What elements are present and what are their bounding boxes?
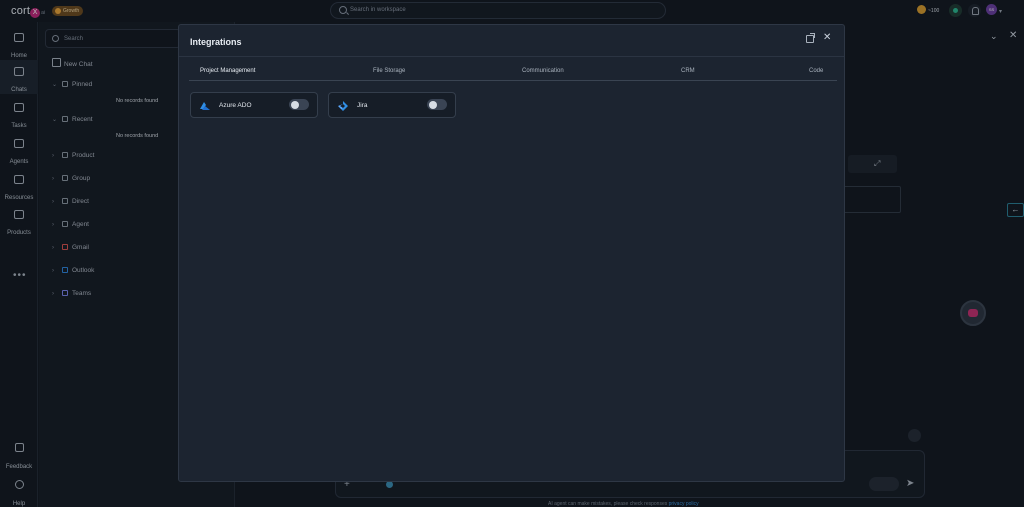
integration-tabs: Project Management File Storage Communic… xyxy=(189,65,837,81)
integration-card-jira[interactable]: Jira xyxy=(328,92,456,118)
modal-divider xyxy=(179,56,844,57)
open-external-icon[interactable] xyxy=(806,33,815,43)
toggle-knob xyxy=(428,100,437,109)
integrations-modal: Integrations ✕ Project Management File S… xyxy=(178,24,845,482)
integration-toggle[interactable] xyxy=(427,99,447,110)
integration-card-azure-ado[interactable]: Azure ADO xyxy=(190,92,318,118)
modal-close-icon[interactable]: ✕ xyxy=(823,32,831,43)
azure-ado-icon xyxy=(200,102,210,110)
tab-crm[interactable]: CRM xyxy=(681,68,695,74)
integration-name: Jira xyxy=(357,102,368,109)
tab-communication[interactable]: Communication xyxy=(522,68,564,74)
jira-icon xyxy=(338,101,348,111)
integration-toggle[interactable] xyxy=(289,99,309,110)
modal-title: Integrations xyxy=(190,37,242,47)
tab-code[interactable]: Code xyxy=(809,68,823,74)
toggle-knob xyxy=(290,100,299,109)
tab-project-management[interactable]: Project Management xyxy=(200,68,255,74)
tab-file-storage[interactable]: File Storage xyxy=(373,68,405,74)
integration-name: Azure ADO xyxy=(219,102,252,109)
